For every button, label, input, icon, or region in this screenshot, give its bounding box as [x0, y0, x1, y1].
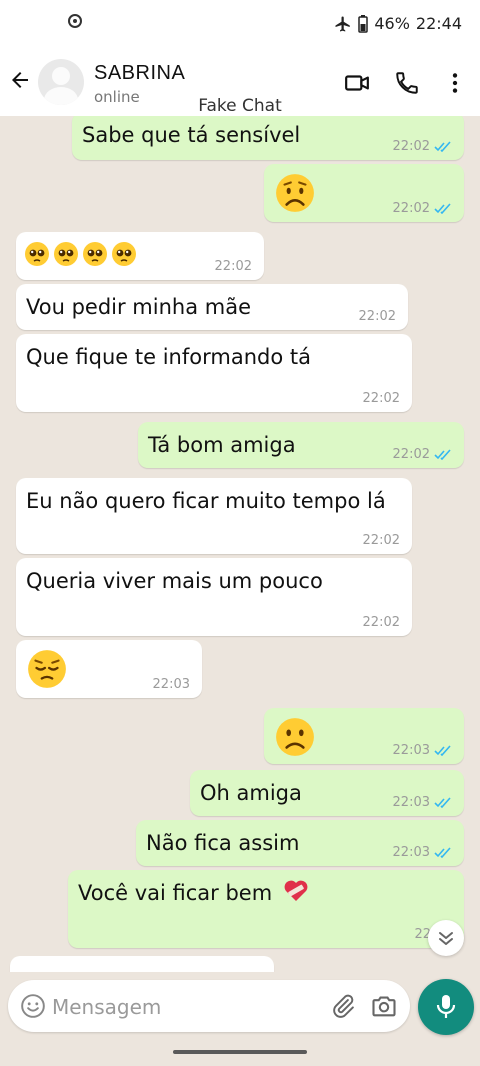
message-time: 22:03 — [152, 677, 190, 692]
read-receipt-icon — [434, 203, 451, 214]
message-text: Vou pedir minha mãe — [26, 295, 251, 319]
slightly-frowning-face-emoji-icon — [276, 718, 314, 756]
message-meta: 22:02 — [393, 139, 452, 154]
contact-name[interactable]: SABRINA — [94, 62, 185, 85]
video-call-icon[interactable] — [344, 70, 370, 96]
battery-percent: 46% — [374, 14, 410, 33]
message-bubble-outgoing[interactable]: 22:03 — [264, 708, 464, 764]
message-meta: 22:02 — [215, 259, 252, 274]
message-time: 22:02 — [362, 615, 400, 630]
message-composer — [8, 980, 410, 1032]
back-arrow-icon[interactable] — [8, 68, 34, 94]
message-bubble-outgoing[interactable]: Você vai ficar bem 22:03 — [68, 870, 464, 948]
scroll-to-bottom-button[interactable] — [428, 920, 464, 956]
home-indicator[interactable] — [173, 1050, 307, 1054]
message-bubble-outgoing[interactable]: Sabe que tá sensível 22:02 — [72, 116, 464, 160]
record-indicator-icon — [68, 14, 82, 28]
message-time: 22:02 — [392, 139, 430, 154]
message-meta: 22:03 — [393, 795, 452, 810]
message-bubble-incoming[interactable]: Queria viver mais um pouco 22:02 — [16, 558, 412, 636]
message-time: 22:02 — [392, 201, 430, 216]
watermark-label: Fake Chat — [198, 96, 282, 116]
pleading-face-emoji-icon — [25, 242, 136, 266]
message-bubble-outgoing[interactable]: 22:02 — [264, 164, 464, 222]
message-text: Queria viver mais um pouco — [26, 569, 323, 593]
message-bubble-outgoing[interactable]: Tá bom amiga 22:02 — [138, 422, 464, 468]
voice-record-button[interactable] — [418, 979, 474, 1035]
message-time: 22:03 — [392, 795, 430, 810]
read-receipt-icon — [434, 449, 451, 460]
message-time: 22:02 — [362, 391, 400, 406]
more-options-icon[interactable] — [442, 70, 468, 96]
battery-icon — [358, 14, 369, 33]
read-receipt-icon — [434, 797, 451, 808]
message-input[interactable] — [50, 988, 324, 1026]
phone-call-icon[interactable] — [394, 70, 420, 96]
emoji-picker-icon[interactable] — [20, 993, 46, 1019]
clock: 22:44 — [415, 14, 462, 33]
message-text-row: Você vai ficar bem — [78, 878, 454, 908]
microphone-icon — [436, 995, 456, 1018]
status-bar: 46% 22:44 — [0, 0, 480, 50]
read-receipt-icon — [434, 745, 451, 756]
message-bubble-incoming[interactable]: Vou pedir minha mãe 22:02 — [16, 284, 408, 330]
message-meta: 22:03 — [393, 845, 452, 860]
message-meta: 22:02 — [363, 391, 400, 406]
message-bubble-outgoing[interactable]: Não fica assim 22:03 — [136, 820, 464, 866]
mending-heart-emoji-icon — [284, 880, 308, 901]
message-time: 22:02 — [358, 309, 396, 324]
message-text: Eu não quero ficar muito tempo lá — [26, 489, 386, 513]
message-meta: 22:02 — [359, 309, 396, 324]
read-receipt-icon — [434, 141, 451, 152]
message-meta: 22:03 — [393, 743, 452, 758]
message-meta: 22:02 — [363, 615, 400, 630]
message-text: Que fique te informando tá — [26, 345, 311, 369]
message-time: 22:03 — [392, 845, 430, 860]
message-time: 22:02 — [392, 447, 430, 462]
message-bubble-incoming-partial[interactable] — [10, 956, 274, 972]
read-receipt-icon — [434, 847, 451, 858]
message-bubble-incoming[interactable]: Eu não quero ficar muito tempo lá 22:02 — [16, 478, 412, 554]
worried-face-emoji-icon — [276, 174, 314, 212]
message-meta: 22:02 — [363, 533, 400, 548]
gesture-bar — [0, 1040, 480, 1066]
message-bubble-incoming[interactable]: 22:02 — [16, 232, 264, 280]
message-time: 22:02 — [362, 533, 400, 548]
message-meta: 22:02 — [393, 447, 452, 462]
double-chevron-down-icon — [439, 932, 453, 945]
message-meta: 22:03 — [153, 677, 190, 692]
message-bubble-incoming[interactable]: Que fique te informando tá 22:02 — [16, 334, 412, 412]
message-list[interactable]: Sabe que tá sensível 22:02 22:02 22:02 V… — [0, 116, 480, 972]
pensive-face-emoji-icon — [28, 650, 66, 688]
message-time: 22:02 — [214, 259, 252, 274]
camera-icon[interactable] — [370, 992, 398, 1020]
message-bubble-incoming[interactable]: 22:03 — [16, 640, 202, 698]
message-time: 22:03 — [392, 743, 430, 758]
message-text: Você vai ficar bem — [78, 881, 273, 905]
airplane-mode-icon — [335, 16, 351, 31]
message-bubble-outgoing[interactable]: Oh amiga 22:03 — [190, 770, 464, 816]
attachment-icon[interactable] — [330, 992, 356, 1020]
message-meta: 22:02 — [393, 201, 452, 216]
status-right: 46% 22:44 — [334, 14, 462, 33]
